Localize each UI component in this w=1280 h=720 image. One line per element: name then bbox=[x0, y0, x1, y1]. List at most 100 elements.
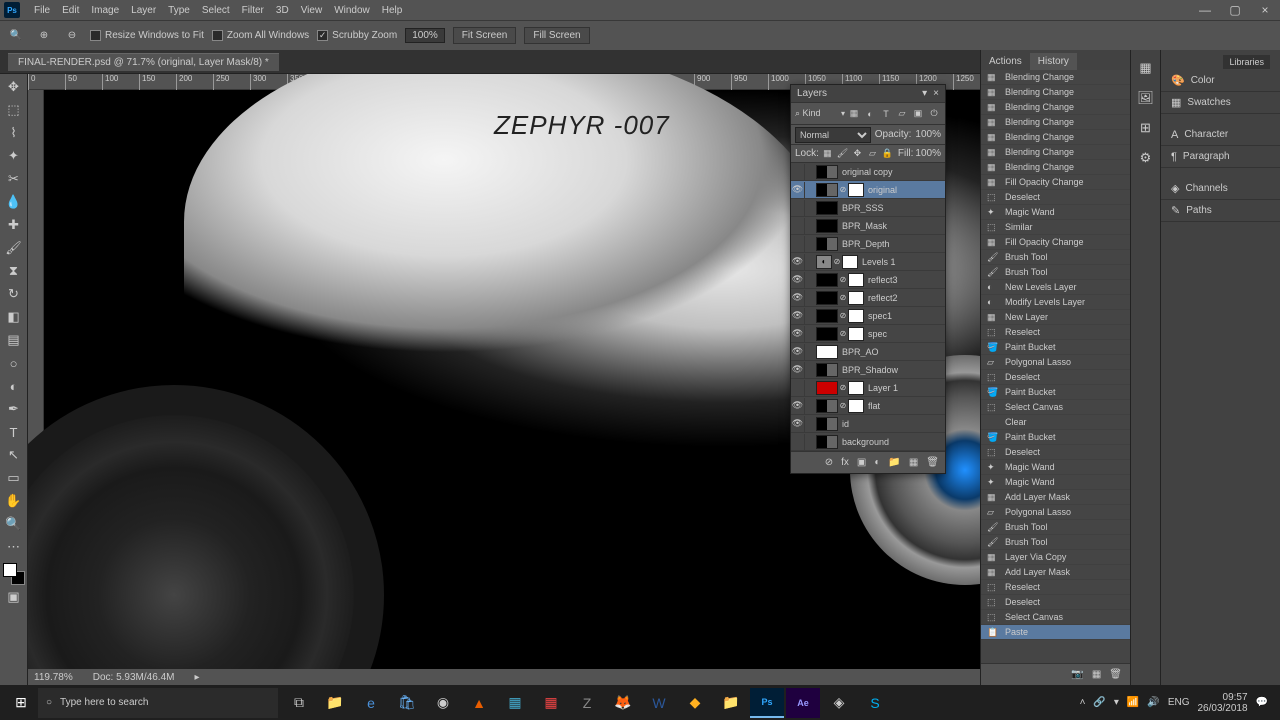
app-aftereffects[interactable]: Ae bbox=[786, 688, 820, 718]
app-skype[interactable]: S bbox=[858, 688, 892, 718]
visibility-icon[interactable] bbox=[791, 200, 805, 216]
history-item[interactable]: ⬚Reselect bbox=[981, 580, 1130, 595]
panel-character[interactable]: ACharacter bbox=[1161, 124, 1280, 146]
history-item[interactable]: ▦Fill Opacity Change bbox=[981, 235, 1130, 250]
lasso-tool[interactable]: ⌇ bbox=[3, 122, 25, 144]
app-chrome[interactable]: ◉ bbox=[426, 688, 460, 718]
layer-mask-icon[interactable]: ▣ bbox=[857, 457, 866, 468]
panel-paths[interactable]: ✎Paths bbox=[1161, 200, 1280, 222]
fill-field[interactable]: 100% bbox=[915, 148, 941, 159]
app-explorer[interactable]: 📁 bbox=[318, 688, 352, 718]
fit-screen-button[interactable]: Fit Screen bbox=[453, 27, 517, 44]
visibility-icon[interactable] bbox=[791, 164, 805, 180]
gradient-tool[interactable]: ▤ bbox=[3, 329, 25, 351]
tab-libraries[interactable]: Libraries bbox=[1223, 55, 1270, 69]
menu-filter[interactable]: Filter bbox=[236, 3, 270, 18]
tray-clock[interactable]: 09:5726/03/2018 bbox=[1197, 692, 1247, 714]
history-item[interactable]: ▦Blending Change bbox=[981, 70, 1130, 85]
history-item[interactable]: ✦Magic Wand bbox=[981, 460, 1130, 475]
document-tab[interactable]: FINAL-RENDER.psd @ 71.7% (original, Laye… bbox=[8, 53, 279, 71]
scrubby-zoom-checkbox[interactable]: Scrubby Zoom bbox=[317, 30, 397, 41]
layer-row[interactable]: 👁BPR_Shadow bbox=[791, 361, 945, 379]
history-item[interactable]: ⬚Deselect bbox=[981, 370, 1130, 385]
blend-mode-select[interactable]: Normal bbox=[795, 127, 871, 143]
taskbar-search[interactable]: ○ Type here to search bbox=[38, 688, 278, 718]
lock-artboard-icon[interactable]: ▱ bbox=[866, 147, 879, 160]
tray-icon-1[interactable]: 🔗 bbox=[1093, 697, 1105, 708]
menu-layer[interactable]: Layer bbox=[125, 3, 162, 18]
layer-row[interactable]: 👁id bbox=[791, 415, 945, 433]
layer-row[interactable]: 👁⊘original bbox=[791, 181, 945, 199]
history-item[interactable]: ▦Blending Change bbox=[981, 85, 1130, 100]
filter-shape-icon[interactable]: ▱ bbox=[895, 107, 909, 121]
history-item[interactable]: ◐Modify Levels Layer bbox=[981, 295, 1130, 310]
history-item[interactable]: ▦Blending Change bbox=[981, 130, 1130, 145]
status-zoom[interactable]: 119.78% bbox=[34, 672, 73, 683]
visibility-icon[interactable]: 👁 bbox=[791, 182, 805, 198]
history-item[interactable]: ⬚Reselect bbox=[981, 325, 1130, 340]
app-folder[interactable]: 📁 bbox=[714, 688, 748, 718]
dock-icon-3[interactable]: ⊞ bbox=[1140, 120, 1151, 136]
visibility-icon[interactable]: 👁 bbox=[791, 398, 805, 414]
app-photoshop[interactable]: Ps bbox=[750, 688, 784, 718]
history-brush-tool[interactable]: ↻ bbox=[3, 283, 25, 305]
history-item[interactable]: ▦Layer Via Copy bbox=[981, 550, 1130, 565]
panel-swatches[interactable]: ▦Swatches bbox=[1161, 92, 1280, 114]
history-item[interactable]: ▦Fill Opacity Change bbox=[981, 175, 1130, 190]
menu-help[interactable]: Help bbox=[376, 3, 409, 18]
path-tool[interactable]: ↖ bbox=[3, 444, 25, 466]
layer-row[interactable]: BPR_Mask bbox=[791, 217, 945, 235]
history-item[interactable]: ▦Add Layer Mask bbox=[981, 490, 1130, 505]
app-2[interactable]: ▦ bbox=[534, 688, 568, 718]
history-item[interactable]: 🪣Paint Bucket bbox=[981, 430, 1130, 445]
zoom-tool[interactable]: 🔍 bbox=[3, 513, 25, 535]
minimize-button[interactable]: — bbox=[1190, 0, 1220, 20]
history-item[interactable]: 🖌Brush Tool bbox=[981, 265, 1130, 280]
adjustment-layer-icon[interactable]: ◐ bbox=[874, 457, 880, 468]
blur-tool[interactable]: ○ bbox=[3, 352, 25, 374]
tray-up-icon[interactable]: ˄ bbox=[1080, 697, 1086, 708]
app-unity[interactable]: ◈ bbox=[822, 688, 856, 718]
layer-row[interactable]: 👁⊘spec bbox=[791, 325, 945, 343]
zoom-in-icon[interactable]: ⊕ bbox=[34, 26, 54, 46]
history-item[interactable]: ▦New Layer bbox=[981, 310, 1130, 325]
history-item[interactable]: ⬚Similar bbox=[981, 220, 1130, 235]
visibility-icon[interactable]: 👁 bbox=[791, 308, 805, 324]
app-edge[interactable]: e bbox=[354, 688, 388, 718]
tray-wifi-icon[interactable]: 📶 bbox=[1127, 697, 1139, 708]
history-item[interactable]: ⬚Deselect bbox=[981, 445, 1130, 460]
layer-row[interactable]: 👁◐⊘Levels 1 bbox=[791, 253, 945, 271]
history-item[interactable]: ⬚Select Canvas bbox=[981, 400, 1130, 415]
menu-image[interactable]: Image bbox=[85, 3, 125, 18]
layer-row[interactable]: original copy bbox=[791, 163, 945, 181]
app-zbrush[interactable]: Z bbox=[570, 688, 604, 718]
dodge-tool[interactable]: ◐ bbox=[3, 375, 25, 397]
history-item[interactable]: 🖌Brush Tool bbox=[981, 250, 1130, 265]
shape-tool[interactable]: ▭ bbox=[3, 467, 25, 489]
start-button[interactable]: ⊞ bbox=[4, 688, 38, 718]
panel-channels[interactable]: ◈Channels bbox=[1161, 178, 1280, 200]
dock-icon-2[interactable]: 🖼 bbox=[1137, 90, 1154, 106]
history-item[interactable]: ⬚Deselect bbox=[981, 190, 1130, 205]
menu-edit[interactable]: Edit bbox=[56, 3, 85, 18]
visibility-icon[interactable] bbox=[791, 236, 805, 252]
history-item[interactable]: 📋Paste bbox=[981, 625, 1130, 640]
filter-pixel-icon[interactable]: ▦ bbox=[847, 107, 861, 121]
hand-tool[interactable]: ✋ bbox=[3, 490, 25, 512]
opacity-field[interactable]: 100% bbox=[915, 129, 941, 140]
magic-wand-tool[interactable]: ✦ bbox=[3, 145, 25, 167]
layer-row[interactable]: BPR_SSS bbox=[791, 199, 945, 217]
new-layer-icon[interactable]: ▦ bbox=[909, 457, 918, 468]
visibility-icon[interactable]: 👁 bbox=[791, 326, 805, 342]
tray-icon-2[interactable]: ▾ bbox=[1114, 697, 1119, 708]
layer-row[interactable]: 👁⊘flat bbox=[791, 397, 945, 415]
taskview-icon[interactable]: ⧉ bbox=[282, 688, 316, 718]
layer-row[interactable]: background bbox=[791, 433, 945, 451]
type-tool[interactable]: T bbox=[3, 421, 25, 443]
visibility-icon[interactable]: 👁 bbox=[791, 272, 805, 288]
dock-icon-4[interactable]: ⚙ bbox=[1140, 150, 1152, 166]
visibility-icon[interactable]: 👁 bbox=[791, 416, 805, 432]
close-panel-icon[interactable]: × bbox=[933, 88, 939, 99]
tab-actions[interactable]: Actions bbox=[981, 53, 1030, 70]
filter-smart-icon[interactable]: ▣ bbox=[911, 107, 925, 121]
